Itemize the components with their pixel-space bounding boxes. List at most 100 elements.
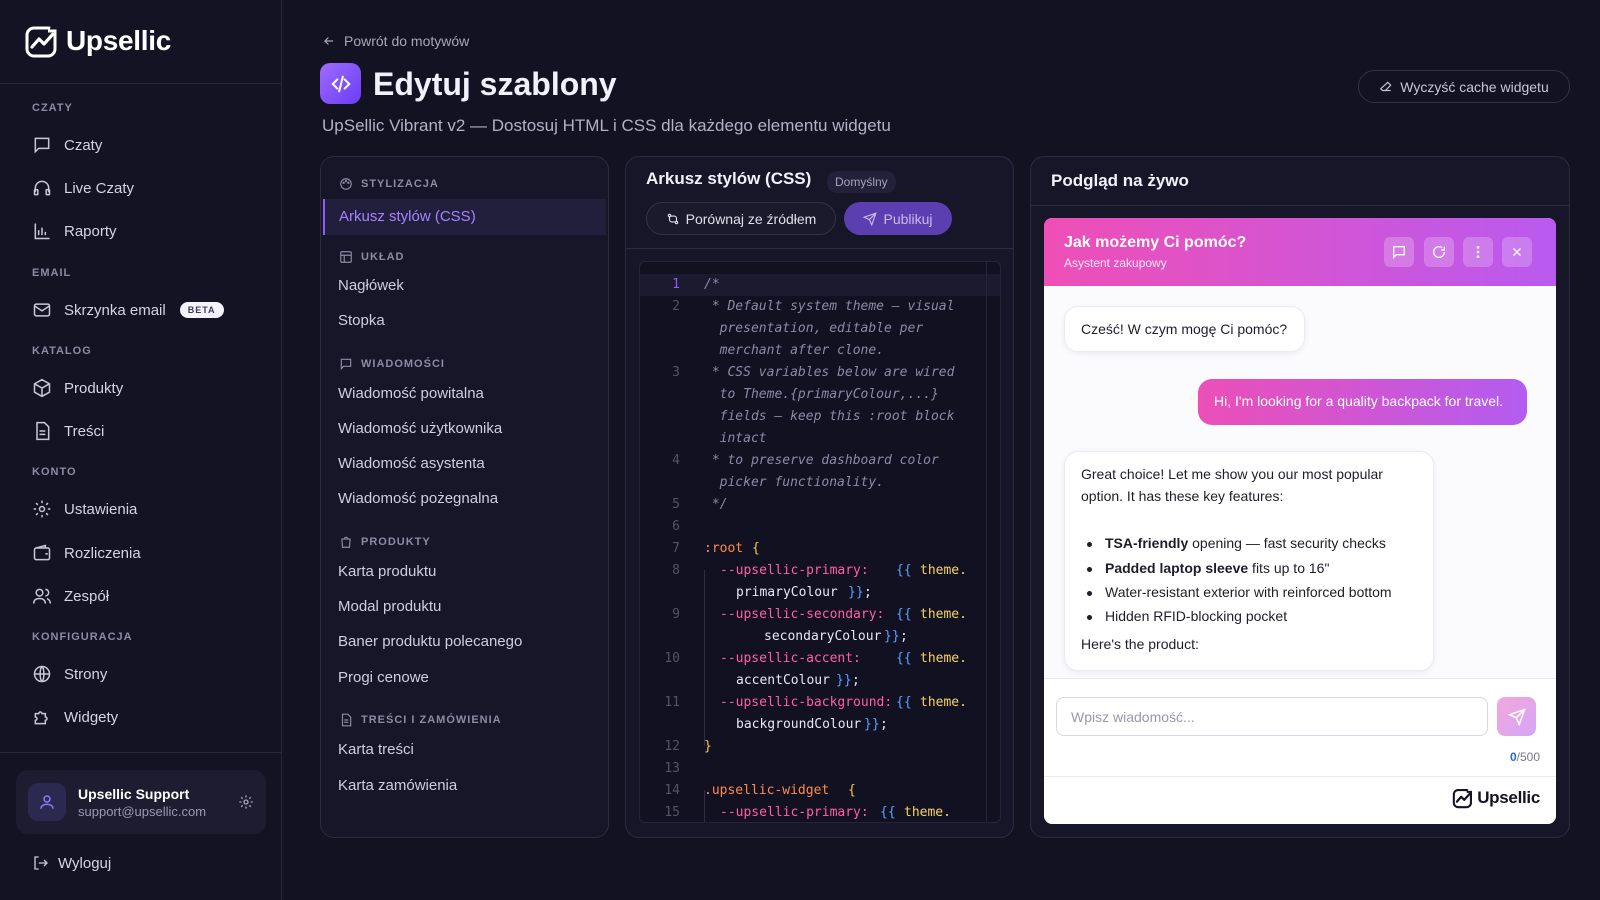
code-text: }} (836, 673, 852, 688)
code-line: 2 * Default system theme — visual (640, 296, 1000, 318)
line-number: 14 (664, 783, 680, 798)
feature-item: Hidden RFID-blocking pocket (1105, 608, 1288, 624)
sidebar-item-label: Live Czaty (64, 179, 135, 197)
users-icon (32, 588, 52, 604)
settings-icon[interactable] (238, 794, 254, 810)
sidebar-item-widgety[interactable]: Widgety (32, 703, 262, 731)
back-link[interactable]: Powrót do motywów (322, 33, 469, 49)
more-button[interactable] (1463, 237, 1493, 267)
code-editor[interactable]: 1 /* 2 * Default system theme — visual pr… (639, 261, 1001, 823)
package-icon (33, 378, 51, 398)
code-line: merchant after clone. (640, 340, 1000, 362)
code-line: presentation, editable per (640, 318, 1000, 340)
widget-title: Jak możemy Ci pomóc? (1064, 234, 1247, 251)
element-item-pozegnalna[interactable]: Wiadomość pożegnalna (338, 490, 498, 507)
element-item-progi[interactable]: Progi cenowe (338, 669, 429, 686)
code-text: backgroundColour (736, 717, 862, 732)
editor-title: Arkusz stylów (CSS) (646, 169, 812, 188)
element-item-css[interactable]: Arkusz stylów (CSS) (323, 199, 606, 235)
page-title: Edytuj szablony (373, 66, 617, 102)
publish-label: Publikuj (883, 210, 933, 227)
send-icon (863, 211, 878, 226)
element-item-karta-tresci[interactable]: Karta treści (338, 741, 414, 758)
sidebar-item-raporty[interactable]: Raporty (32, 217, 262, 245)
divider (0, 83, 282, 84)
code-text: }} (884, 629, 900, 644)
line-number: 4 (672, 453, 680, 468)
code-text: --upsellic-primary: (720, 563, 869, 578)
section-email: EMAIL (32, 267, 72, 279)
sidebar-item-produkty[interactable]: Produkty (32, 374, 262, 402)
sidebar-item-strony[interactable]: Strony (32, 660, 262, 688)
sidebar-item-ustawienia[interactable]: Ustawienia (32, 495, 262, 523)
element-item-uzytkownika[interactable]: Wiadomość użytkownika (338, 420, 502, 437)
css-editor-panel: Arkusz stylów (CSS) Domyślny Porównaj ze… (625, 156, 1014, 838)
divider (0, 752, 282, 753)
gear-icon (33, 500, 51, 518)
code-line: secondaryColour}}; (640, 626, 1000, 648)
char-counter: 0/500 (1510, 750, 1540, 764)
clear-cache-label: Wyczyść cache widgetu (1400, 78, 1549, 95)
palette-icon (340, 178, 352, 190)
code-icon (320, 63, 361, 104)
layout-icon (340, 251, 352, 263)
indent-guide (704, 790, 705, 822)
code-text: to Theme.{primaryColour,...} (704, 387, 939, 402)
code-text: secondaryColour (764, 629, 882, 644)
element-item-karta-produktu[interactable]: Karta produktu (338, 563, 436, 580)
element-item-baner[interactable]: Baner produktu polecanego (338, 633, 522, 650)
logo[interactable]: Upsellic (24, 22, 171, 60)
feature-item: TSA-friendly opening — fast security che… (1105, 535, 1386, 551)
code-text: * to preserve dashboard color (704, 453, 939, 468)
code-line: 5 */ (640, 494, 1000, 516)
code-text: fields — keep this :root block (704, 409, 955, 424)
sidebar-item-rozliczenia[interactable]: Rozliczenia (32, 539, 262, 567)
sidebar-item-czaty[interactable]: Czaty (32, 131, 262, 159)
chat-history-button[interactable] (1384, 237, 1414, 267)
sidebar-item-skrzynka-email[interactable]: Skrzynka email BETA (32, 296, 262, 324)
logo-text: Upsellic (66, 25, 171, 56)
publish-button[interactable]: Publikuj (844, 202, 952, 235)
input-placeholder: Wpisz wiadomość... (1071, 708, 1195, 725)
element-item-asystenta[interactable]: Wiadomość asystenta (338, 455, 485, 472)
compare-button[interactable]: Porównaj ze źródłem (646, 202, 836, 235)
code-text: --upsellic-secondary: (720, 607, 885, 622)
logo-icon (1452, 788, 1473, 809)
editor-scrollbar[interactable] (986, 262, 1000, 822)
line-number: 8 (672, 563, 680, 578)
clear-cache-button[interactable]: Wyczyść cache widgetu (1358, 70, 1570, 103)
code-text: */ (704, 497, 728, 512)
code-line: intact (640, 428, 1000, 450)
divider (626, 248, 1013, 249)
code-text: {{ (880, 805, 896, 820)
send-button[interactable] (1497, 697, 1536, 736)
refresh-button[interactable] (1424, 237, 1454, 267)
close-button[interactable] (1502, 237, 1532, 267)
sidebar-item-label: Raporty (64, 222, 117, 240)
code-text: .upsellic-widget (704, 783, 830, 798)
feature-item: Water-resistant exterior with reinforced… (1105, 584, 1392, 600)
logout-button[interactable]: Wyloguj (32, 854, 111, 872)
sidebar-item-live-czaty[interactable]: Live Czaty (32, 174, 262, 202)
user-card[interactable]: Upsellic Support support@upsellic.com (16, 770, 266, 834)
feature-item: Padded laptop sleeve fits up to 16" (1105, 560, 1329, 576)
feature-bold: TSA-friendly (1105, 535, 1189, 551)
element-item-modal-produktu[interactable]: Modal produktu (338, 598, 441, 615)
message-input[interactable]: Wpisz wiadomość... (1056, 697, 1488, 736)
element-item-powitalna[interactable]: Wiadomość powitalna (338, 385, 484, 402)
code-text: merchant after clone. (704, 343, 885, 358)
element-item-stopka[interactable]: Stopka (338, 312, 385, 329)
arrow-left-icon (324, 37, 334, 45)
code-text: theme. (920, 563, 967, 578)
sidebar-item-label: Strony (64, 665, 108, 683)
page-subtitle: UpSellic Vibrant v2 — Dostosuj HTML i CS… (322, 116, 891, 135)
sidebar-item-zespol[interactable]: Zespół (32, 582, 262, 610)
elements-panel: STYLIZACJA Arkusz stylów (CSS) UKŁAD Nag… (320, 156, 609, 838)
code-line: picker functionality. (640, 472, 1000, 494)
element-item-karta-zamowienia[interactable]: Karta zamówienia (338, 777, 457, 794)
sidebar-item-tresci[interactable]: Treści (32, 417, 262, 445)
code-text: theme. (920, 651, 967, 666)
group-label: WIADOMOŚCI (361, 358, 445, 370)
element-item-naglowek[interactable]: Nagłówek (338, 277, 404, 294)
code-text: * CSS variables below are wired (704, 365, 955, 380)
